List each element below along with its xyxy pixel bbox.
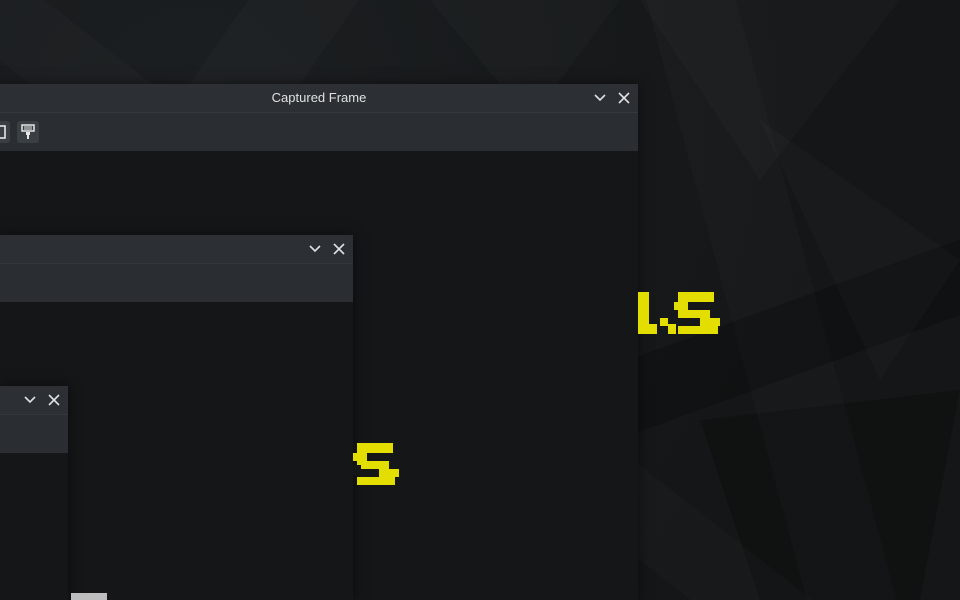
close-button[interactable] [45,391,63,409]
paint-roller-button[interactable] [17,121,39,143]
close-button[interactable] [615,89,633,107]
chevron-down-icon [24,396,36,404]
window-content [0,453,68,600]
close-icon [618,92,630,104]
minimize-button[interactable] [306,240,324,258]
window-titlebar[interactable] [0,235,353,263]
window-titlebar[interactable] [0,386,68,414]
window-toolbar [0,414,68,454]
chevron-down-icon [594,94,606,102]
pixel-overlay-glyph [638,292,720,334]
chevron-down-icon [309,245,321,253]
window-toolbar [0,112,638,152]
window-title [0,235,353,263]
frame-icon [0,125,6,139]
inner-frame-window [0,386,68,600]
window-toolbar [0,263,353,303]
paint-roller-icon [21,124,35,139]
window-titlebar[interactable]: Captured Frame [0,84,638,112]
pixel-overlay-glyph-nested [353,443,399,485]
minimize-button[interactable] [591,89,609,107]
nested-capture-fragment [71,593,107,600]
close-icon [48,394,60,406]
close-button[interactable] [330,240,348,258]
close-icon [333,243,345,255]
minimize-button[interactable] [21,391,39,409]
window-title: Captured Frame [271,90,367,105]
frame-tool-button[interactable] [0,121,10,143]
